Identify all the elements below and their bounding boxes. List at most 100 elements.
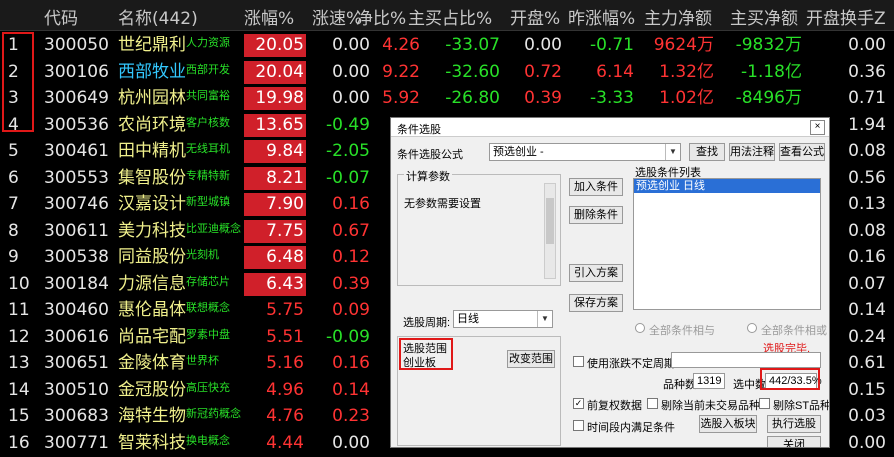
row-net-ratio: 4.26: [382, 35, 420, 55]
uncertain-period-checkbox[interactable]: [573, 356, 584, 367]
radio-or[interactable]: [747, 323, 757, 333]
into-block-button[interactable]: 选股入板块: [699, 415, 757, 433]
header-speed[interactable]: 涨速%: [312, 4, 362, 29]
radio-and[interactable]: [635, 323, 645, 333]
row-open: 0.00: [524, 35, 562, 55]
row-code: 300184: [44, 273, 109, 294]
usage-button[interactable]: 用法注释: [729, 143, 775, 161]
row-change-pct: 20.05: [244, 34, 306, 57]
header-net-ratio[interactable]: 净比%: [356, 4, 406, 29]
header-main-ratio[interactable]: 主买占比%: [408, 4, 492, 29]
params-text: 无参数需要设置: [404, 198, 481, 210]
row-name: 美力科技: [118, 220, 186, 241]
row-concept-tag: 专精特新: [186, 168, 230, 182]
period-any-label: 时间段内满足条件: [587, 422, 675, 434]
row-speed: 0.00: [332, 432, 370, 453]
add-condition-button[interactable]: 加入条件: [569, 178, 623, 196]
row-number: 16: [8, 432, 30, 453]
change-range-button[interactable]: 改变范围: [507, 350, 555, 368]
period-select[interactable]: 日线 ▼: [453, 310, 553, 328]
row-concept-tag: 人力资源: [186, 36, 230, 49]
row-concept-tag: 无线耳机: [186, 142, 230, 155]
chevron-down-icon: ▼: [537, 311, 552, 327]
execute-button[interactable]: 执行选股: [767, 415, 821, 433]
row-change-pct: 7.90: [244, 193, 306, 216]
header-code[interactable]: 代码: [44, 4, 78, 29]
row-concept-tag: 比亚迪概念: [186, 221, 241, 235]
exclude-untraded-label: 剔除当前未交易品种: [661, 400, 760, 412]
row-name: 杭州园林: [118, 88, 186, 108]
row-concept-tag: 光刻机: [186, 248, 219, 261]
row-concept-tag: 新冠药概念: [186, 407, 241, 420]
formula-select[interactable]: 预选创业 - ▼: [489, 143, 681, 161]
row-code: 300461: [44, 141, 109, 161]
prefq-label: 前复权数据: [587, 400, 642, 412]
close-button[interactable]: 关闭: [767, 436, 821, 447]
row-change-pct: 5.75: [266, 300, 304, 320]
row-change-pct: 4.96: [266, 379, 304, 400]
row-concept-tag: 高压快充: [186, 380, 230, 394]
params-group: 计算参数 无参数需要设置: [397, 168, 561, 286]
row-code: 300611: [44, 220, 109, 241]
chevron-down-icon: ▼: [665, 144, 680, 160]
table-row[interactable]: 1 300050 世纪鼎利 人力资源 20.05 0.00 4.26 -33.07 0.00 -0…: [0, 32, 894, 59]
row-code: 300771: [44, 432, 109, 453]
row-code: 300538: [44, 247, 109, 267]
exclude-st-checkbox[interactable]: [759, 398, 770, 409]
find-button[interactable]: 查找: [689, 143, 725, 161]
count-field: 1319: [693, 373, 725, 389]
row-speed: -0.49: [326, 114, 370, 135]
formula-value: 预选创业 -: [493, 146, 544, 158]
row-change-pct: 19.98: [244, 87, 306, 110]
prefq-checkbox[interactable]: ✓: [573, 398, 584, 409]
row-number: 7: [8, 194, 19, 214]
condition-list-item[interactable]: 预选创业 日线: [634, 179, 820, 193]
uncertain-period-field[interactable]: [671, 352, 821, 368]
condition-list[interactable]: 预选创业 日线: [633, 178, 821, 310]
row-change-pct: 20.04: [244, 60, 306, 84]
row-name: 金冠股份: [118, 379, 186, 400]
row-prev-change: 6.14: [596, 61, 634, 82]
row-main-buy: -1.18亿: [741, 61, 802, 82]
header-name[interactable]: 名称(442): [118, 4, 198, 29]
row-number: 8: [8, 220, 19, 241]
import-scheme-button[interactable]: 引入方案: [569, 264, 623, 282]
params-scrollbar[interactable]: [544, 183, 556, 279]
row-speed: 0.16: [332, 353, 370, 373]
row-change-pct: 5.16: [266, 353, 304, 373]
row-speed: 0.12: [332, 247, 370, 267]
row-open-turnover: 0.71: [848, 88, 886, 108]
row-change-pct: 7.75: [244, 219, 306, 243]
header-prev-pct[interactable]: 昨涨幅%: [568, 4, 635, 29]
row-change-pct: 6.43: [244, 272, 306, 296]
header-main-buy[interactable]: 主买净额: [730, 4, 798, 29]
close-icon[interactable]: ×: [810, 120, 825, 135]
table-row[interactable]: 2 300106 西部牧业 西部开发 20.04 0.00 9.22 -32.60 0.72 6.…: [0, 59, 894, 86]
header-pct[interactable]: 涨幅%: [244, 4, 294, 29]
save-scheme-button[interactable]: 保存方案: [569, 294, 623, 312]
row-name: 尚品宅配: [118, 326, 186, 347]
row-code: 300106: [44, 61, 109, 82]
scrollbar-thumb[interactable]: [546, 198, 554, 244]
period-any-checkbox[interactable]: [573, 420, 584, 431]
row-name: 集智股份: [118, 167, 186, 188]
delete-condition-button[interactable]: 删除条件: [569, 206, 623, 224]
row-concept-tag: 西部开发: [186, 62, 230, 76]
header-open-turnover[interactable]: 开盘换手Z: [806, 4, 886, 29]
row-speed: 0.67: [332, 220, 370, 241]
exclude-untraded-checkbox[interactable]: [647, 398, 658, 409]
dialog-titlebar[interactable]: 条件选股 ×: [391, 118, 829, 137]
header-main-flow[interactable]: 主力净额: [644, 4, 712, 29]
row-code: 300616: [44, 326, 109, 347]
view-formula-button[interactable]: 查看公式: [779, 143, 825, 161]
row-number: 6: [8, 167, 19, 188]
count-label: 品种数: [663, 379, 696, 391]
row-concept-tag: 世界杯: [186, 354, 219, 367]
row-change-pct: 5.51: [266, 326, 304, 347]
row-number: 9: [8, 247, 19, 267]
row-concept-tag: 新型城镇: [186, 195, 230, 208]
row-speed: -2.05: [326, 141, 370, 161]
header-open[interactable]: 开盘%: [510, 4, 560, 29]
row-open: 0.39: [524, 88, 562, 108]
table-row[interactable]: 3 300649 杭州园林 共同富裕 19.98 0.00 5.92 -26.80 0.39 -3…: [0, 85, 894, 112]
